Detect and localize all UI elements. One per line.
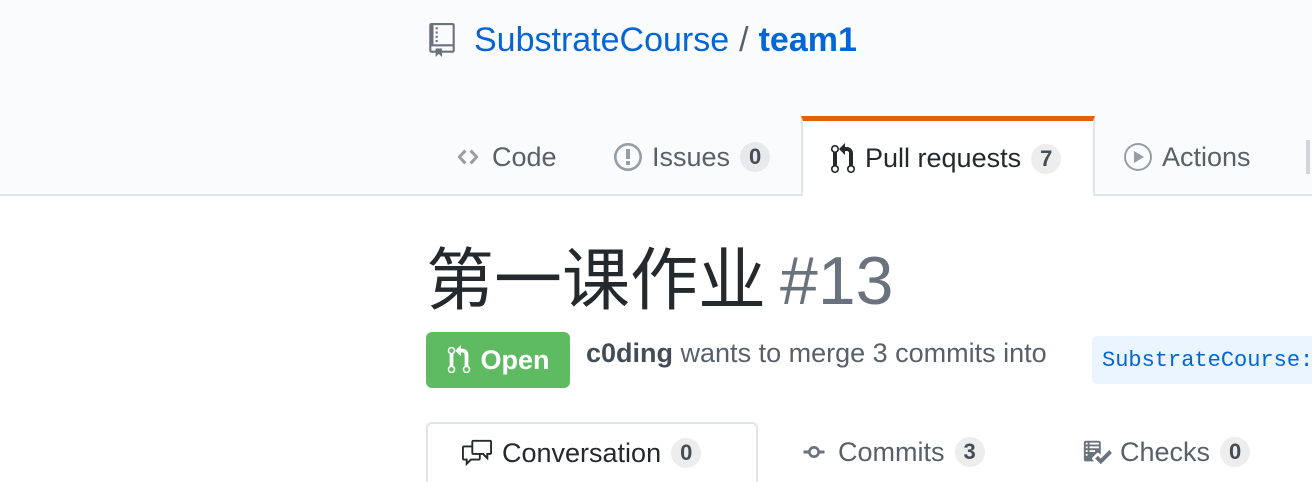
tab-conversation[interactable]: Conversation 0 — [426, 422, 758, 482]
repo-icon — [429, 23, 455, 57]
tab-code[interactable]: Code — [452, 118, 557, 196]
tab-checks-label: Checks — [1120, 436, 1211, 467]
issues-count-badge: 0 — [740, 142, 771, 172]
git-pull-request-icon — [829, 142, 857, 175]
tab-code-label: Code — [492, 141, 557, 172]
pr-number: #13 — [780, 243, 894, 319]
issue-opened-icon — [612, 141, 644, 173]
git-pull-request-icon — [448, 345, 471, 374]
tab-issues-label: Issues — [652, 141, 731, 172]
comment-discussion-icon — [460, 438, 494, 468]
tab-commits-label: Commits — [838, 436, 945, 467]
tab-actions-label: Actions — [1162, 141, 1251, 172]
checks-count-badge: 0 — [1220, 437, 1251, 467]
tab-checks[interactable]: Checks 0 — [1082, 422, 1251, 482]
tab-pull-requests[interactable]: Pull requests 7 — [801, 116, 1095, 196]
pr-summary-text: wants to merge 3 commits into — [680, 338, 1047, 368]
pr-title-text: 第一课作业 — [426, 243, 767, 319]
commits-count-badge: 3 — [954, 437, 985, 467]
tab-pull-requests-label: Pull requests — [865, 143, 1022, 173]
play-icon — [1122, 141, 1154, 173]
pr-state-badge: Open — [426, 332, 570, 388]
conversation-count-badge: 0 — [671, 438, 702, 468]
repo-name-link[interactable]: team1 — [759, 21, 857, 60]
pr-author-link[interactable]: c0ding — [586, 338, 673, 368]
next-tab-edge — [1306, 140, 1310, 174]
pr-title: 第一课作业 #13 — [426, 238, 893, 324]
repo-owner-link[interactable]: SubstrateCourse — [474, 21, 729, 60]
checklist-icon — [1082, 436, 1112, 468]
git-commit-icon — [798, 440, 830, 464]
tab-issues[interactable]: Issues 0 — [612, 118, 771, 196]
code-icon — [452, 145, 484, 169]
pull-requests-count-badge: 7 — [1031, 143, 1062, 174]
tab-commits[interactable]: Commits 3 — [798, 422, 985, 482]
repo-title: SubstrateCourse / team1 — [428, 18, 857, 62]
base-branch-label[interactable]: SubstrateCourse: — [1092, 336, 1312, 384]
tab-actions[interactable]: Actions — [1122, 118, 1251, 196]
repository-header: SubstrateCourse / team1 Code Issues 0 Pu… — [0, 0, 1312, 196]
path-separator: / — [739, 20, 749, 59]
tab-conversation-label: Conversation — [502, 437, 662, 468]
pr-state-label: Open — [480, 344, 550, 375]
pr-meta: c0ding wants to merge 3 commits into — [586, 338, 1047, 369]
